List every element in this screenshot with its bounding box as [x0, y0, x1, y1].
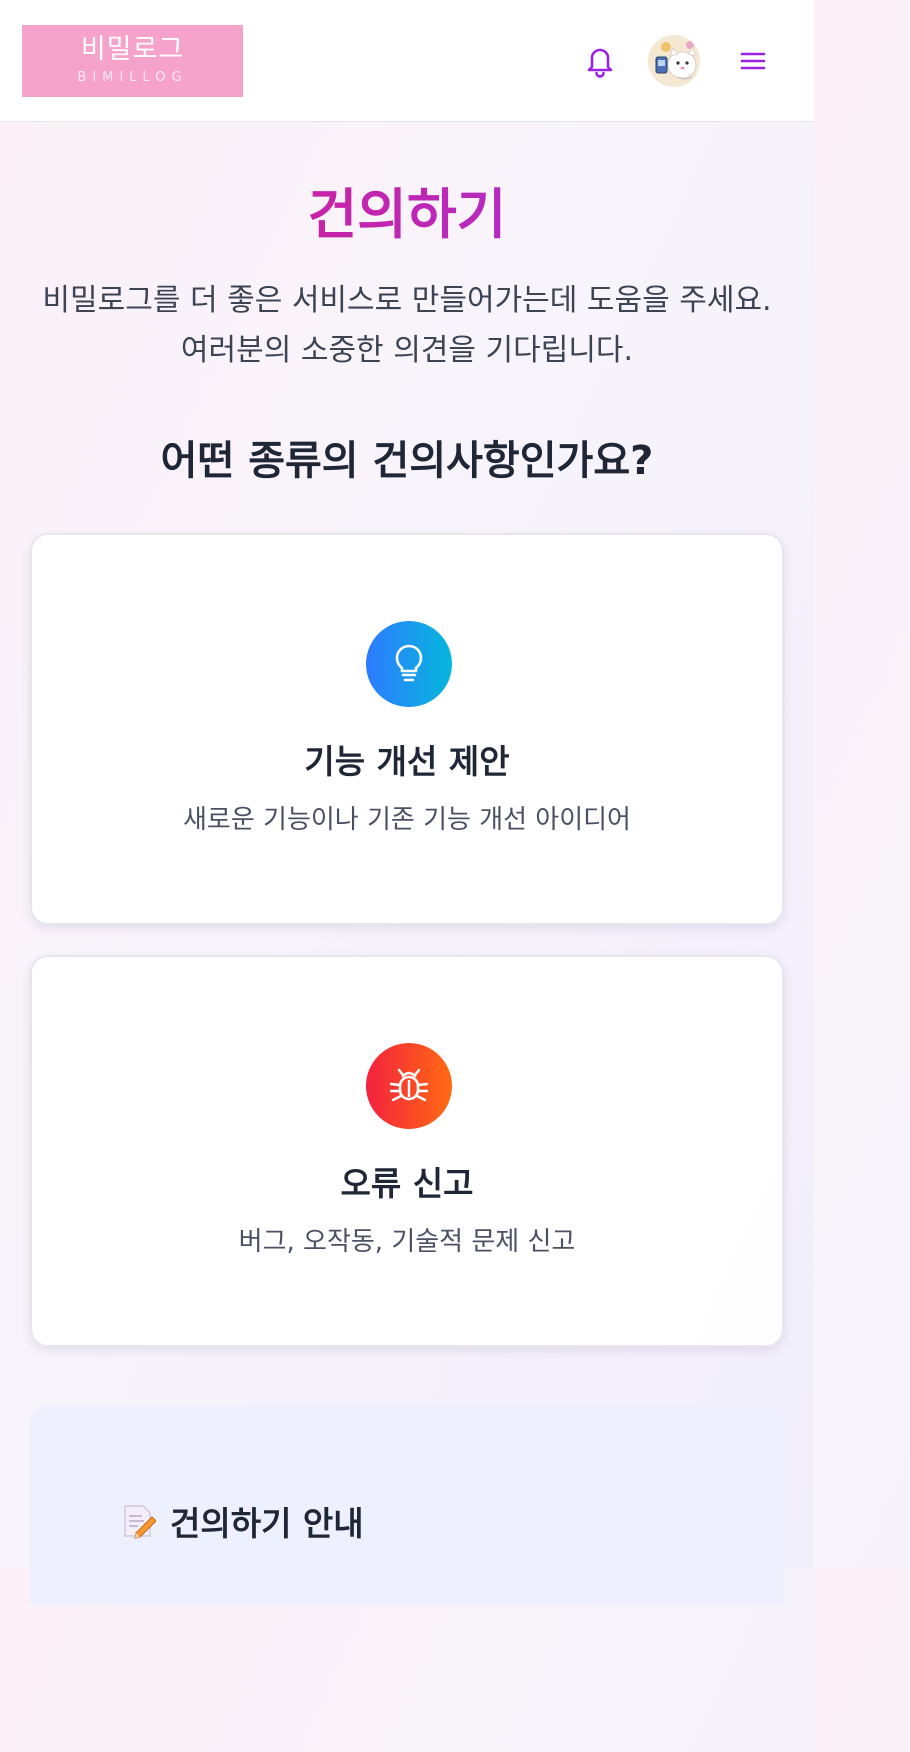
feature-suggestion-card[interactable]: 기능 개선 제안 새로운 기능이나 기존 기능 개선 아이디어 [30, 533, 784, 925]
card-title: 기능 개선 제안 [304, 742, 510, 781]
bug-report-card[interactable]: 오류 신고 버그, 오작동, 기술적 문제 신고 [30, 955, 784, 1347]
page-title: 건의하기 [0, 178, 814, 252]
bug-icon [366, 1043, 452, 1129]
category-question: 어떤 종류의 건의사항인가요? [160, 438, 654, 484]
guide-title: 건의하기 안내 [170, 1504, 364, 1543]
bell-icon[interactable] [584, 44, 616, 78]
logo[interactable]: 비밀로그 BIMILLOG [22, 25, 243, 97]
card-title: 오류 신고 [340, 1164, 474, 1203]
memo-icon [124, 1505, 156, 1539]
guide-heading: 건의하기 안내 [122, 1499, 364, 1543]
avatar[interactable] [648, 35, 700, 87]
logo-subtext: BIMILLOG [77, 70, 188, 85]
page-description: 비밀로그를 더 좋은 서비스로 만들어가는데 도움을 주세요. 여러분의 소중한… [42, 283, 772, 368]
card-description: 새로운 기능이나 기존 기능 개선 아이디어 [183, 805, 631, 835]
card-description: 버그, 오작동, 기술적 문제 신고 [238, 1227, 576, 1257]
guide-section: 건의하기 안내 [30, 1405, 784, 1605]
logo-text: 비밀로그 [80, 34, 185, 65]
lightbulb-icon [366, 621, 452, 707]
top-header: 비밀로그 BIMILLOG [0, 0, 814, 122]
hamburger-menu-icon[interactable] [738, 46, 768, 76]
